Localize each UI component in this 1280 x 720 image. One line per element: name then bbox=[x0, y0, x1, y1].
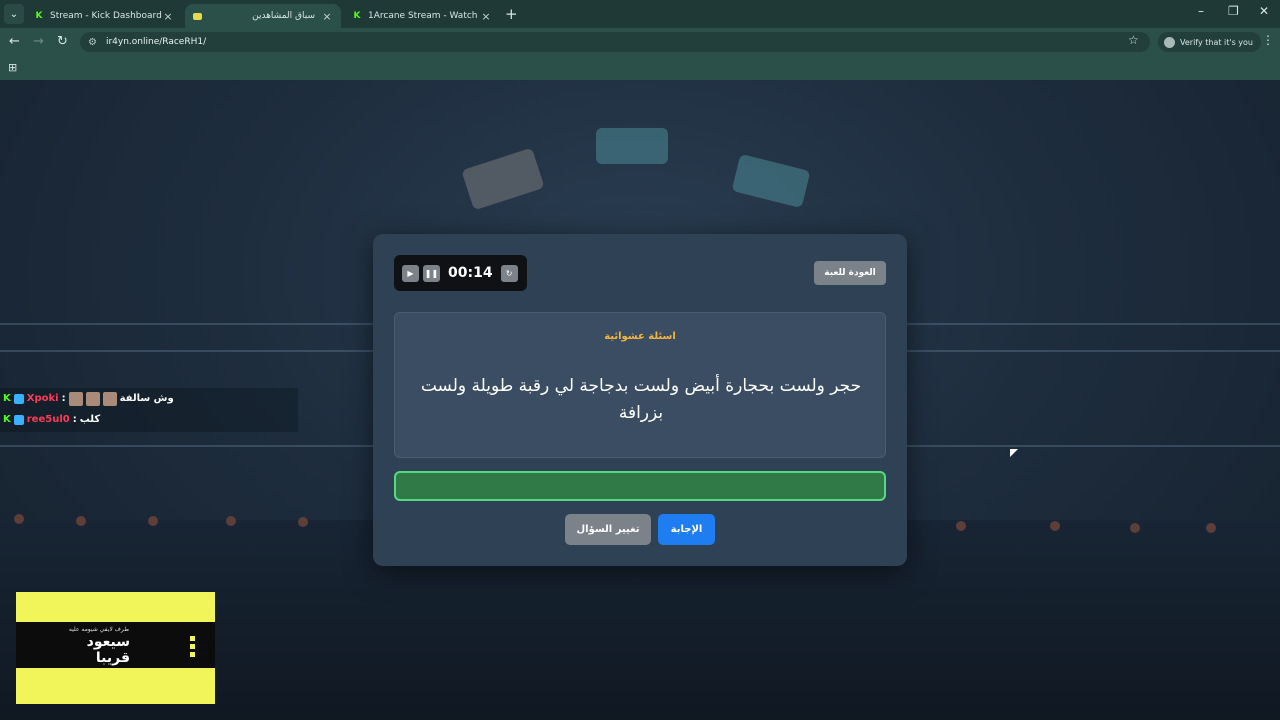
chat-username: ree5ul0 bbox=[26, 414, 70, 425]
close-icon[interactable]: × bbox=[480, 10, 492, 23]
chat-separator: : bbox=[61, 393, 66, 404]
back-arrow-icon[interactable]: ← bbox=[9, 34, 20, 49]
widget-small-text: طرف لايفي شيومه عليه bbox=[68, 626, 129, 633]
timer-value: 00:14 bbox=[448, 265, 493, 281]
question-modal: ▶ ❚❚ 00:14 ↻ العودة للعبة اسئلة عشوائية … bbox=[373, 234, 907, 566]
kick-icon: K bbox=[3, 414, 11, 425]
tab-title: 1Arcane Stream - Watch Live o bbox=[368, 11, 480, 21]
bookmarks-bar bbox=[0, 56, 1280, 80]
spectator bbox=[14, 514, 24, 524]
back-to-game-button[interactable]: العودة للعبة bbox=[814, 261, 886, 285]
reset-icon[interactable]: ↻ bbox=[500, 264, 518, 282]
yellow-square-icon bbox=[193, 12, 202, 20]
timer-panel: ▶ ❚❚ 00:14 ↻ bbox=[394, 255, 527, 291]
address-bar[interactable]: ⚙ ir4yn.online/RaceRH1/ bbox=[80, 32, 1150, 52]
apps-grid-icon[interactable]: ⊞ bbox=[8, 61, 17, 74]
floating-card bbox=[461, 147, 545, 211]
chat-separator: : bbox=[72, 414, 77, 425]
site-settings-icon[interactable]: ⚙ bbox=[88, 37, 97, 48]
new-tab-button[interactable]: + bbox=[505, 5, 518, 23]
widget-line2: قريبا bbox=[95, 650, 130, 666]
answer-input[interactable] bbox=[394, 471, 886, 501]
forward-arrow-icon[interactable]: → bbox=[33, 34, 44, 49]
emote-icon bbox=[85, 391, 100, 406]
chevron-down-icon: ⌄ bbox=[9, 8, 19, 20]
tab-viewers-race[interactable]: سباق المشاهدين × bbox=[185, 4, 341, 28]
verify-identity-button[interactable]: Verify that it's you bbox=[1158, 32, 1261, 52]
widget-square-icon bbox=[190, 652, 195, 657]
play-icon[interactable]: ▶ bbox=[402, 264, 419, 282]
chat-text: كلب bbox=[79, 414, 101, 425]
pause-icon[interactable]: ❚❚ bbox=[423, 264, 440, 282]
emote-icon bbox=[102, 391, 117, 406]
browser-menu-icon[interactable]: ⋮ bbox=[1262, 33, 1274, 47]
tab-title: Stream - Kick Dashboard bbox=[50, 11, 162, 21]
widget-panel: طرف لايفي شيومه عليه سيعود قريبا bbox=[16, 622, 215, 668]
kick-icon: K bbox=[3, 393, 11, 404]
tab-search-button[interactable]: ⌄ bbox=[4, 4, 24, 24]
floating-card bbox=[731, 153, 811, 209]
brb-widget: طرف لايفي شيومه عليه سيعود قريبا bbox=[16, 592, 215, 704]
chat-message: K ree5ul0 : كلب bbox=[0, 409, 298, 430]
reload-icon[interactable]: ↻ bbox=[57, 34, 68, 49]
kick-icon: K bbox=[353, 11, 361, 21]
browser-toolbar: ← → ↻ ⚙ ir4yn.online/RaceRH1/ ☆ Verify t… bbox=[0, 28, 1280, 56]
widget-square-icon bbox=[190, 644, 195, 649]
subscriber-badge-icon bbox=[13, 393, 24, 404]
chat-text: وش سالفة bbox=[119, 393, 174, 404]
spectator bbox=[1206, 523, 1216, 533]
spectator bbox=[1050, 521, 1060, 531]
emote-icon bbox=[68, 391, 83, 406]
action-buttons: تغيير السؤال الإجابة bbox=[373, 514, 907, 545]
tab-arcane-stream[interactable]: K 1Arcane Stream - Watch Live o × bbox=[344, 4, 500, 28]
widget-square-icon bbox=[190, 636, 195, 641]
spectator bbox=[76, 516, 86, 526]
floating-card bbox=[596, 128, 668, 164]
spectator bbox=[1130, 523, 1140, 533]
spectator bbox=[148, 516, 158, 526]
tab-kick-dashboard[interactable]: K Stream - Kick Dashboard × bbox=[26, 4, 182, 28]
chat-message: K Xpoki : وش سالفة bbox=[0, 388, 298, 409]
url-text: ir4yn.online/RaceRH1/ bbox=[105, 37, 207, 47]
spectator bbox=[298, 517, 308, 527]
close-icon[interactable]: × bbox=[321, 10, 333, 23]
widget-line1: سيعود bbox=[86, 634, 130, 650]
spectator bbox=[226, 516, 236, 526]
subscriber-badge-icon bbox=[13, 414, 24, 425]
restore-icon[interactable]: ❐ bbox=[1228, 4, 1239, 18]
submit-answer-button[interactable]: الإجابة bbox=[658, 514, 715, 545]
change-question-button[interactable]: تغيير السؤال bbox=[565, 514, 651, 545]
minimize-icon[interactable]: – bbox=[1198, 4, 1204, 18]
kick-icon: K bbox=[35, 11, 43, 21]
profile-icon bbox=[1164, 36, 1175, 48]
question-text: حجر ولست بحجارة أبيض ولست بدجاجة لي رقبة… bbox=[420, 376, 862, 423]
question-category: اسئلة عشوائية bbox=[604, 331, 676, 342]
verify-label: Verify that it's you bbox=[1180, 37, 1253, 47]
tab-title: سباق المشاهدين bbox=[252, 11, 315, 21]
question-card: اسئلة عشوائية حجر ولست بحجارة أبيض ولست … bbox=[394, 312, 886, 458]
spectator bbox=[956, 521, 966, 531]
window-close-icon[interactable]: ✕ bbox=[1259, 4, 1269, 18]
chat-overlay: K Xpoki : وش سالفة K ree5ul0 : كلب bbox=[0, 388, 298, 432]
close-icon[interactable]: × bbox=[162, 10, 174, 23]
tab-strip: ⌄ K Stream - Kick Dashboard × سباق المشا… bbox=[0, 0, 1280, 28]
bookmark-star-icon[interactable]: ☆ bbox=[1128, 33, 1139, 47]
chat-username: Xpoki bbox=[26, 393, 59, 404]
